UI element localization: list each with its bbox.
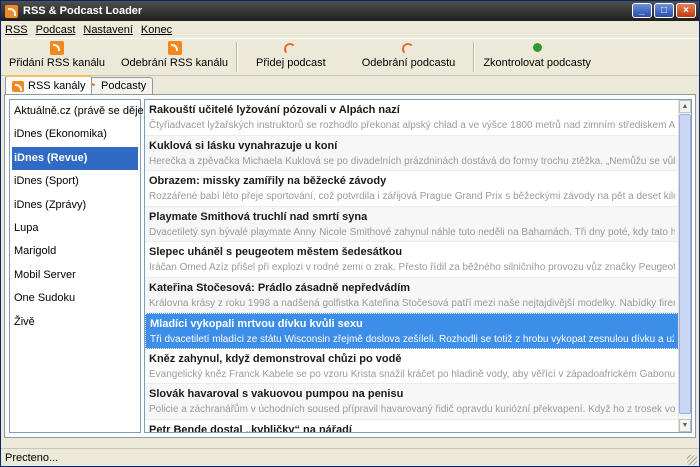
article-title: Mladíci vykopali mrtvou dívku kvůli sexu (150, 318, 363, 330)
title-bar[interactable]: RSS & Podcast Loader _ □ × (1, 1, 699, 21)
article-title: Petr Bende dostal „kvbličkv“ na nářadí (149, 423, 352, 433)
list-item[interactable]: Kateřina Stočesová: Prádlo zásadně nepře… (145, 277, 679, 313)
feed-list[interactable]: Aktuálně.cz (právě se děje) iDnes (Ekono… (9, 99, 147, 433)
article-title: Kněz zahynul, když demonstroval chůzi po… (149, 352, 402, 365)
scroll-thumb[interactable] (679, 114, 691, 414)
article-description: Herečka a zpěvačka Michaela Kuklová se p… (149, 155, 675, 167)
article-description: Královna krásy z roku 1998 a nadšená gol… (149, 297, 675, 309)
add-rss-label: Přidání RSS kanálu (9, 57, 105, 69)
refresh-icon (530, 41, 544, 55)
remove-rss-button[interactable]: Odebrání RSS kanálu (113, 39, 236, 73)
feed-item[interactable]: Aktuálně.cz (právě se děje) (10, 100, 147, 123)
feed-item[interactable]: Živě (10, 311, 140, 334)
tab-rss-feeds[interactable]: RSS kanály (5, 75, 93, 95)
list-item-selected[interactable]: Mladíci vykopali mrtvou dívku kvůli sexu… (145, 313, 679, 349)
article-title: Kuklová si lásku vynahrazuje u koní (149, 139, 338, 152)
article-title: Slepec uháněl s peugeotem městem šedesát… (149, 246, 403, 258)
article-title: Obrazem: missky zamířily na běžecké závo… (149, 175, 387, 187)
article-description: Tři dvacetiletí mladíci ze státu Wiscons… (150, 334, 674, 345)
menu-rss[interactable]: RSS (1, 24, 32, 36)
main-window: RSS & Podcast Loader _ □ × RSS Podcast N… (0, 0, 700, 467)
scroll-up-button[interactable]: ▲ (679, 100, 691, 113)
toolbar: Přidání RSS kanálu Odebrání RSS kanálu P… (1, 38, 699, 76)
article-description: Dvacetiletý syn bývalé playmate Anny Nic… (149, 226, 675, 238)
list-item[interactable]: Rakouští učitelé lyžování pózovali v Alp… (145, 100, 679, 136)
remove-podcast-button[interactable]: Odebrání podcastu (344, 39, 474, 73)
close-button[interactable]: × (676, 3, 696, 18)
article-description: Čtyřiadvacet lyžařských instruktorů se r… (149, 120, 675, 131)
scroll-down-button[interactable]: ▼ (679, 419, 691, 432)
menu-podcast[interactable]: Podcast (32, 24, 80, 36)
menu-settings[interactable]: Nastavení (79, 24, 137, 36)
article-scrollbar[interactable]: ▲ ▼ (678, 100, 691, 432)
article-items: Rakouští učitelé lyžování pózovali v Alp… (145, 100, 679, 432)
rss-remove-icon (167, 41, 182, 55)
check-podcasts-button[interactable]: Zkontrolovat podcasty (475, 39, 599, 73)
feed-item[interactable]: Marigold (10, 240, 140, 263)
add-podcast-button[interactable]: Přidej podcast (238, 39, 344, 73)
feed-item[interactable]: Lupa (10, 217, 140, 240)
rss-add-icon (50, 41, 64, 55)
status-bar: Precteno... (1, 448, 699, 466)
article-list[interactable]: Rakouští učitelé lyžování pózovali v Alp… (144, 99, 692, 433)
tab-strip: Podcasty RSS kanály (1, 75, 699, 95)
feed-item[interactable]: iDnes (Zprávy) (10, 194, 140, 217)
menu-exit[interactable]: Konec (137, 24, 176, 36)
article-description: Iráčan Omed Azíz přišel při explozi v ro… (149, 262, 675, 273)
list-item[interactable]: Obrazem: missky zamířily na běžecké závo… (145, 171, 679, 207)
add-podcast-label: Přidej podcast (256, 57, 326, 69)
resize-grip-icon[interactable] (687, 455, 697, 465)
feed-item[interactable]: Mobil Server (10, 264, 140, 287)
article-description: Rozzářené babí léto přeje sportování, co… (149, 191, 675, 202)
article-title: Playmate Smithová truchlí nad smrtí syna (149, 210, 368, 223)
list-item[interactable]: Kuklová si lásku vynahrazuje u koní Here… (145, 135, 679, 171)
article-title: Kateřina Stočesová: Prádlo zásadně nepře… (149, 281, 411, 294)
podcast-add-icon (283, 41, 298, 55)
tab-podcasts-label: Podcasty (101, 80, 147, 92)
window-title: RSS & Podcast Loader (23, 5, 143, 17)
tab-rss-label: RSS kanály (28, 80, 86, 92)
list-item[interactable]: Playmate Smithová truchlí nad smrtí syna… (145, 206, 679, 242)
check-podcasts-label: Zkontrolovat podcasty (483, 57, 591, 69)
feed-item-selected[interactable]: iDnes (Revue) (12, 146, 138, 171)
list-item[interactable]: Slovák havaroval s vakuovou pumpou na pe… (145, 384, 679, 420)
minimize-button[interactable]: _ (632, 3, 652, 18)
podcast-remove-icon (401, 41, 416, 55)
article-title: Slovák havaroval s vakuovou pumpou na pe… (149, 388, 404, 400)
feed-item[interactable]: iDnes (Sport) (10, 170, 140, 193)
article-description: Evangelický kněz Franck Kabele se po vzo… (149, 368, 675, 380)
status-text: Precteno... (5, 452, 59, 464)
list-item[interactable]: Slepec uháněl s peugeotem městem šedesát… (145, 242, 679, 278)
tab-panel: Aktuálně.cz (právě se děje) iDnes (Ekono… (4, 94, 696, 438)
window-controls: _ □ × (632, 3, 696, 18)
add-rss-button[interactable]: Přidání RSS kanálu (1, 39, 113, 73)
rss-icon (12, 80, 24, 92)
rss-app-icon (5, 4, 18, 18)
menu-bar: RSS Podcast Nastavení Konec (1, 21, 699, 38)
feed-item[interactable]: iDnes (Ekonomika) (10, 123, 140, 146)
remove-podcast-label: Odebrání podcastu (361, 57, 456, 69)
article-description: Policie a záchranářům v úchodních soused… (149, 404, 675, 415)
feed-item[interactable]: One Sudoku (10, 287, 140, 310)
remove-rss-label: Odebrání RSS kanálu (121, 57, 229, 69)
list-item[interactable]: Petr Bende dostal „kvbličkv“ na nářadí (145, 419, 679, 433)
maximize-button[interactable]: □ (654, 3, 674, 18)
article-title: Rakouští učitelé lyžování pózovali v Alp… (149, 104, 400, 116)
list-item[interactable]: Kněz zahynul, když demonstroval chůzi po… (145, 348, 679, 384)
